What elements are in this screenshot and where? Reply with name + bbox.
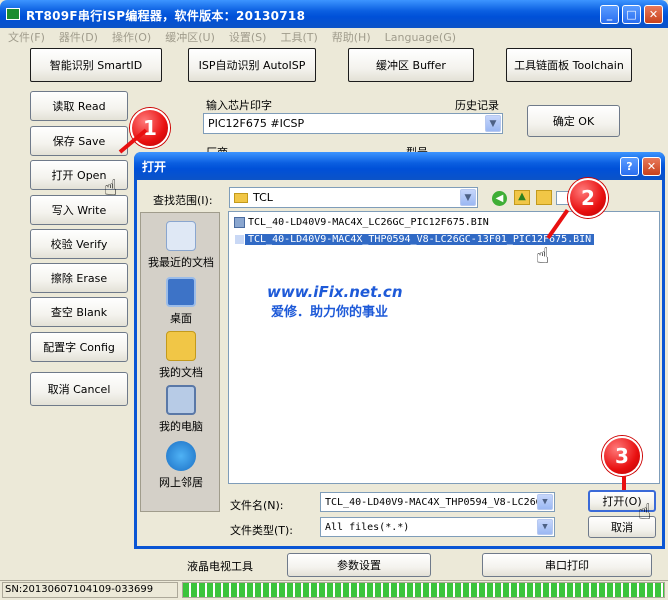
lookin-select[interactable]: TCL ▼ xyxy=(229,187,478,208)
menu-operate[interactable]: 操作(O) xyxy=(112,29,151,45)
serial-print-button[interactable]: 串口打印 xyxy=(482,553,652,577)
lookin-value: TCL xyxy=(253,191,273,204)
up-folder-icon[interactable]: ▲ xyxy=(514,190,530,205)
watermark-slogan: 爱修．助力你的事业 xyxy=(271,305,389,320)
filetype-label: 文件类型(T): xyxy=(230,524,294,537)
menubar: 文件(F) 器件(D) 操作(O) 缓冲区(U) 设置(S) 工具(T) 帮助(… xyxy=(0,28,668,46)
toolchain-button[interactable]: 工具链面板 Toolchain xyxy=(506,48,632,82)
serial-number: SN:20130607104109-033699 xyxy=(2,582,178,598)
places-bar: 我最近的文档 桌面 我的文档 我的电脑 网上邻居 xyxy=(140,212,220,512)
folder-icon xyxy=(234,192,248,203)
marker-3-pointer xyxy=(622,476,626,490)
marker-3: 3 xyxy=(602,436,642,476)
blank-button[interactable]: 查空 Blank xyxy=(30,297,128,327)
filetype-select[interactable]: All files(*.*) ▼ xyxy=(320,517,555,537)
smart-id-button[interactable]: 智能识别 SmartID xyxy=(30,48,162,82)
menu-tools[interactable]: 工具(T) xyxy=(280,29,317,45)
erase-button[interactable]: 擦除 Erase xyxy=(30,263,128,293)
back-icon[interactable]: ◀ xyxy=(492,191,507,206)
place-recent-label: 我最近的文档 xyxy=(148,256,214,269)
desktop-icon xyxy=(166,277,196,307)
menu-help[interactable]: 帮助(H) xyxy=(332,29,371,45)
filename-input[interactable]: TCL_40-LD40V9-MAC4X_THP0594_V8-LC26GC- ▼ xyxy=(320,492,555,512)
recent-documents-icon xyxy=(166,221,196,251)
chevron-down-icon[interactable]: ▼ xyxy=(485,115,501,132)
chip-input[interactable]: PIC12F675 #ICSP ▼ xyxy=(203,113,503,134)
minimize-button[interactable]: _ xyxy=(600,5,619,24)
cancel-side-button[interactable]: 取消 Cancel xyxy=(30,372,128,406)
my-computer-icon xyxy=(166,385,196,415)
my-documents-icon xyxy=(166,331,196,361)
dialog-title: 打开 xyxy=(142,160,167,174)
config-button[interactable]: 配置字 Config xyxy=(30,332,128,362)
menu-settings[interactable]: 设置(S) xyxy=(229,29,267,45)
history-label: 历史记录 xyxy=(455,99,499,112)
menu-device[interactable]: 器件(D) xyxy=(59,29,98,45)
menu-file[interactable]: 文件(F) xyxy=(8,29,45,45)
save-button[interactable]: 保存 Save xyxy=(30,126,128,156)
menu-language[interactable]: Language(G) xyxy=(385,31,456,44)
filename-value: TCL_40-LD40V9-MAC4X_THP0594_V8-LC26GC- xyxy=(325,496,554,508)
close-button[interactable]: ✕ xyxy=(644,5,663,24)
window-title: RT809F串行ISP编程器，软件版本：20130718 xyxy=(26,9,306,23)
hand-cursor-icon: ☝ xyxy=(536,244,550,269)
place-network[interactable]: 网上邻居 xyxy=(141,441,221,490)
place-recent[interactable]: 我最近的文档 xyxy=(141,221,221,270)
app-icon xyxy=(6,8,20,20)
auto-isp-button[interactable]: ISP自动识别 AutoISP xyxy=(188,48,316,82)
hand-cursor-icon: ☝ xyxy=(638,500,652,525)
watermark-url: www.iFix.net.cn xyxy=(267,283,403,301)
lookin-label: 查找范围(I): xyxy=(153,194,213,207)
filename-chevron-down-icon[interactable]: ▼ xyxy=(537,494,553,510)
marker-1: 1 xyxy=(130,108,170,148)
network-icon xyxy=(166,441,196,471)
place-documents[interactable]: 我的文档 xyxy=(141,331,221,380)
menu-buffer[interactable]: 缓冲区(U) xyxy=(165,29,215,45)
progress-bar xyxy=(182,582,665,598)
lcd-tools-label: 液晶电视工具 xyxy=(187,560,253,573)
file-icon xyxy=(234,217,245,228)
place-computer[interactable]: 我的电脑 xyxy=(141,385,221,434)
maximize-button[interactable]: □ xyxy=(622,5,641,24)
file-list[interactable]: TCL_40-LD40V9-MAC4X_LC26GC_PIC12F675.BIN… xyxy=(228,211,660,484)
list-item[interactable]: TCL_40-LD40V9-MAC4X_LC26GC_PIC12F675.BIN xyxy=(234,217,489,228)
place-network-label: 网上邻居 xyxy=(159,476,203,489)
file-name: TCL_40-LD40V9-MAC4X_LC26GC_PIC12F675.BIN xyxy=(248,217,489,228)
new-folder-icon[interactable] xyxy=(536,190,552,205)
marker-2: 2 xyxy=(568,178,608,218)
dialog-close-button[interactable]: ✕ xyxy=(642,157,661,176)
filetype-chevron-down-icon[interactable]: ▼ xyxy=(537,519,553,535)
filetype-value: All files(*.*) xyxy=(325,521,410,533)
param-settings-button[interactable]: 参数设置 xyxy=(287,553,431,577)
place-desktop-label: 桌面 xyxy=(170,312,192,325)
dialog-titlebar xyxy=(134,152,665,180)
lookin-chevron-down-icon[interactable]: ▼ xyxy=(460,189,476,206)
chip-input-value: PIC12F675 #ICSP xyxy=(208,117,305,130)
verify-button[interactable]: 校验 Verify xyxy=(30,229,128,259)
dialog-help-button[interactable]: ? xyxy=(620,157,639,176)
buffer-button[interactable]: 缓冲区 Buffer xyxy=(348,48,474,82)
confirm-ok-button[interactable]: 确定 OK xyxy=(527,105,620,137)
read-button[interactable]: 读取 Read xyxy=(30,91,128,121)
hand-cursor-icon: ☝ xyxy=(104,176,118,201)
file-icon xyxy=(234,234,245,245)
place-desktop[interactable]: 桌面 xyxy=(141,277,221,326)
filename-label: 文件名(N): xyxy=(230,499,284,512)
place-documents-label: 我的文档 xyxy=(159,366,203,379)
chip-input-label: 输入芯片印字 xyxy=(206,99,272,112)
place-computer-label: 我的电脑 xyxy=(159,420,203,433)
